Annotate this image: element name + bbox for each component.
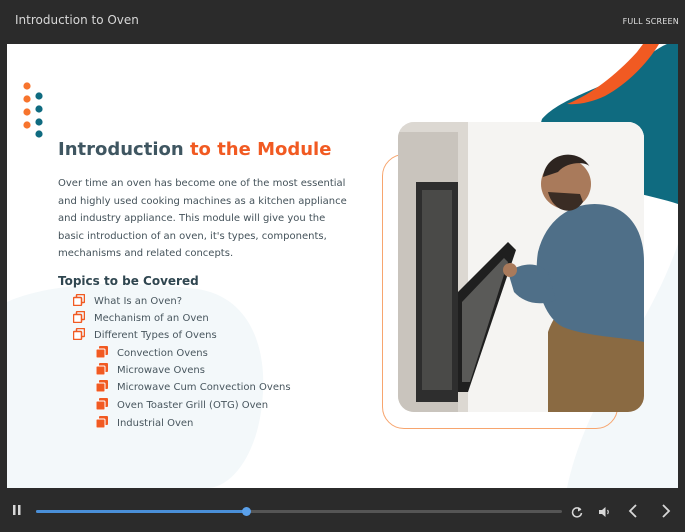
progress-fill <box>36 510 247 513</box>
replay-icon[interactable] <box>571 505 583 523</box>
subtopic-item[interactable]: Microwave Cum Convection Ovens <box>95 380 291 395</box>
subtopic-item[interactable]: Oven Toaster Grill (OTG) Oven <box>95 398 269 413</box>
pause-icon[interactable] <box>12 503 22 521</box>
topic-item[interactable]: What Is an Oven? <box>72 293 183 309</box>
previous-icon[interactable] <box>628 504 638 523</box>
player-controls <box>0 488 685 532</box>
copy-filled-icon <box>95 346 108 361</box>
topic-item[interactable]: Mechanism of an Oven <box>72 310 209 326</box>
window-title: Introduction to Oven <box>15 13 139 27</box>
copy-filled-icon <box>95 398 108 413</box>
subtopic-label: Microwave Cum Convection Ovens <box>117 382 291 393</box>
volume-icon[interactable] <box>598 505 611 523</box>
topics-heading: Topics to be Covered <box>58 274 199 288</box>
next-icon[interactable] <box>661 504 671 523</box>
subtopic-label: Microwave Ovens <box>117 365 205 376</box>
subtopic-item[interactable]: Microwave Ovens <box>95 363 205 378</box>
module-heading: Introduction to the Module <box>58 139 331 160</box>
intro-paragraph: Over time an oven has become one of the … <box>58 178 347 259</box>
dot-pattern <box>23 82 43 138</box>
subtopic-item[interactable]: Convection Ovens <box>95 346 208 361</box>
topic-label: Mechanism of an Oven <box>94 313 209 324</box>
fullscreen-button[interactable]: FULL SCREEN <box>623 17 679 26</box>
heading-part-2: to the Module <box>189 139 332 160</box>
man-with-oven-illustration <box>398 122 644 412</box>
progress-track[interactable] <box>36 507 562 516</box>
copy-filled-icon <box>95 416 108 431</box>
copy-outline-icon <box>72 327 86 343</box>
copy-outline-icon <box>72 310 86 326</box>
oven-photo <box>398 122 644 412</box>
heading-part-1: Introduction <box>58 139 190 160</box>
progress-handle[interactable] <box>242 507 252 516</box>
subtopic-label: Convection Ovens <box>117 348 208 359</box>
copy-filled-icon <box>95 363 108 378</box>
copy-outline-icon <box>72 293 86 309</box>
subtopic-label: Industrial Oven <box>117 418 194 429</box>
title-bar: Introduction to Oven FULL SCREEN <box>0 0 685 44</box>
subtopic-item[interactable]: Industrial Oven <box>95 416 194 431</box>
subtopic-label: Oven Toaster Grill (OTG) Oven <box>117 400 269 411</box>
copy-filled-icon <box>95 380 108 395</box>
topic-item[interactable]: Different Types of Ovens <box>72 327 217 343</box>
topic-label: What Is an Oven? <box>94 296 183 307</box>
slide-canvas: Introduction to the Module Over time an … <box>7 44 678 488</box>
topic-label: Different Types of Ovens <box>94 330 217 341</box>
